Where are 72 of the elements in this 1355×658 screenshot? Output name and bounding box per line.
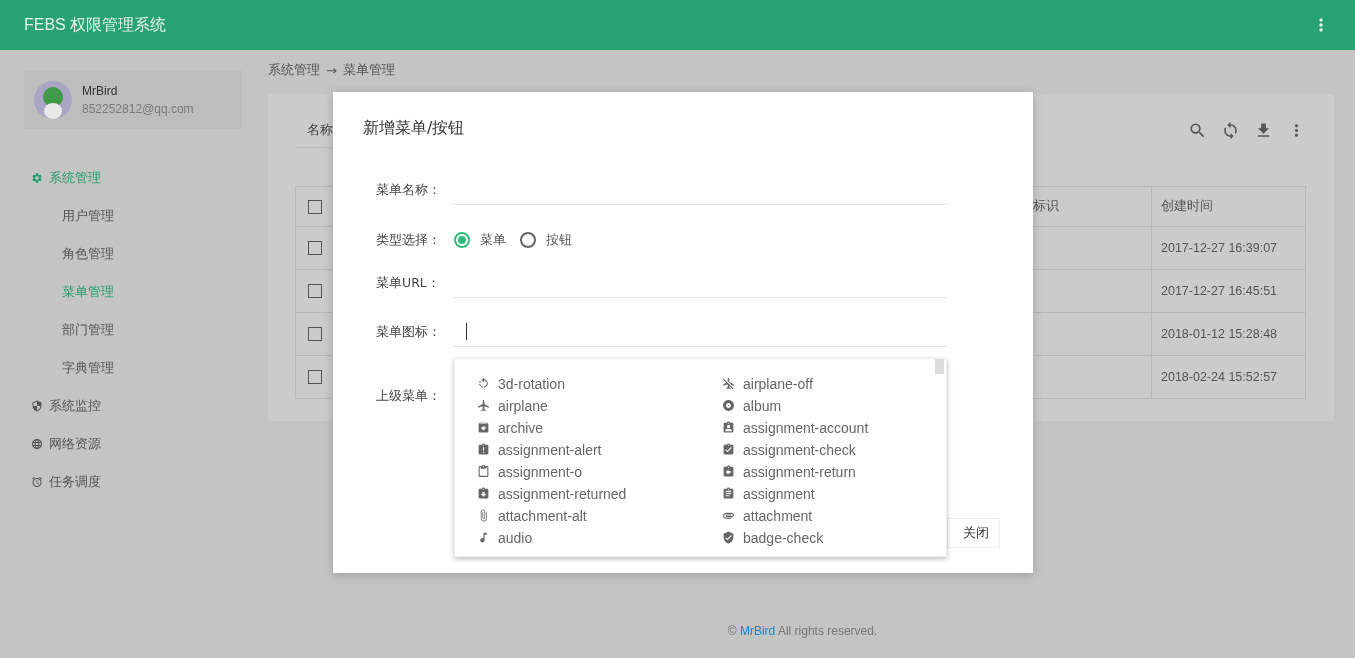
icon-option[interactable]: attachment xyxy=(722,506,946,525)
shield-check-icon xyxy=(722,531,735,544)
airplane-off-icon xyxy=(722,377,735,390)
checkbox[interactable] xyxy=(308,327,322,341)
search-icon[interactable] xyxy=(1188,120,1207,140)
field-label: 菜单图标： xyxy=(376,323,442,341)
icon-option[interactable]: attachment-alt xyxy=(477,506,722,525)
nav-subitem[interactable]: 角色管理 xyxy=(24,235,242,273)
table-cell: 2018-01-12 15:28:48 xyxy=(1152,313,1306,356)
icon-option[interactable]: assignment-return xyxy=(722,462,946,481)
icon-option[interactable]: assignment-o xyxy=(477,462,722,481)
archive-icon xyxy=(477,421,490,434)
music-note-icon xyxy=(477,531,490,544)
rotation-icon xyxy=(477,377,490,390)
clipboard-down-icon xyxy=(477,487,490,500)
nav-subitem[interactable]: 用户管理 xyxy=(24,197,242,235)
avatar-icon xyxy=(34,80,72,119)
nav-item[interactable]: 任务调度 xyxy=(24,463,242,501)
shield-icon xyxy=(31,400,43,412)
breadcrumb-item[interactable]: 菜单管理 xyxy=(342,61,395,79)
alarm-clock-icon xyxy=(31,476,43,488)
scrollbar[interactable] xyxy=(935,359,944,374)
field-label: 类型选择： xyxy=(376,231,442,249)
icon-option[interactable]: badge-check xyxy=(722,528,946,547)
icon-option[interactable]: assignment xyxy=(722,484,946,503)
clipboard-icon xyxy=(477,465,490,478)
app-title: FEBS 权限管理系统 xyxy=(24,14,167,35)
close-button[interactable]: 关闭 xyxy=(947,518,1000,548)
airplane-icon xyxy=(477,399,490,412)
radio-button[interactable] xyxy=(520,232,536,248)
radio-label: 按钮 xyxy=(546,231,572,249)
nav-item[interactable]: 系统监控 xyxy=(24,387,242,425)
icon-option[interactable]: airplane xyxy=(477,396,722,415)
column-header: 创建时间 xyxy=(1152,187,1306,227)
user-email: 852252812@qq.com xyxy=(82,101,194,116)
refresh-icon[interactable] xyxy=(1221,120,1240,140)
user-name: MrBird xyxy=(82,83,119,98)
clipboard-list-icon xyxy=(722,487,735,500)
checkbox[interactable] xyxy=(308,284,322,298)
checkbox[interactable] xyxy=(308,241,322,255)
nav-subitem[interactable]: 部门管理 xyxy=(24,311,242,349)
clipboard-arrow-icon xyxy=(722,465,735,478)
breadcrumb-separator: → xyxy=(326,62,337,78)
breadcrumb-item[interactable]: 系统管理 xyxy=(268,61,320,79)
icon-option[interactable]: airplane-off xyxy=(722,374,946,393)
field-label: 菜单URL： xyxy=(376,274,441,292)
table-cell: 2017-12-27 16:45:51 xyxy=(1152,270,1306,313)
table-cell: 2017-12-27 16:39:07 xyxy=(1152,227,1306,270)
radio-label: 菜单 xyxy=(480,231,506,249)
field-label: 上级菜单： xyxy=(376,387,442,405)
icon-option[interactable]: assignment-check xyxy=(722,440,946,459)
text-cursor xyxy=(466,323,467,340)
nav-subitem[interactable]: 字典管理 xyxy=(24,349,242,387)
copyright-text: © MrBird All rights reserved. xyxy=(727,624,878,638)
icon-option[interactable]: archive xyxy=(477,418,722,437)
icon-option[interactable]: assignment-returned xyxy=(477,484,722,503)
gear-icon xyxy=(31,172,43,184)
icon-option[interactable]: album xyxy=(722,396,946,415)
icon-option[interactable]: 3d-rotation xyxy=(477,374,722,393)
checkbox[interactable] xyxy=(308,199,322,214)
globe-icon xyxy=(31,438,43,450)
field-label: 菜单名称： xyxy=(376,181,442,199)
clipboard-check-icon xyxy=(722,443,735,456)
radio-button[interactable] xyxy=(454,232,470,248)
clipboard-alert-icon xyxy=(477,443,490,456)
icon-option[interactable]: audio xyxy=(477,528,722,547)
clipboard-person-icon xyxy=(722,421,735,434)
icon-option[interactable]: assignment-alert xyxy=(477,440,722,459)
table-cell: 2018-02-24 15:52:57 xyxy=(1152,356,1306,399)
checkbox[interactable] xyxy=(308,370,322,384)
nav-item[interactable]: 网络资源 xyxy=(24,425,242,463)
icon-option[interactable]: assignment-account xyxy=(722,418,946,437)
